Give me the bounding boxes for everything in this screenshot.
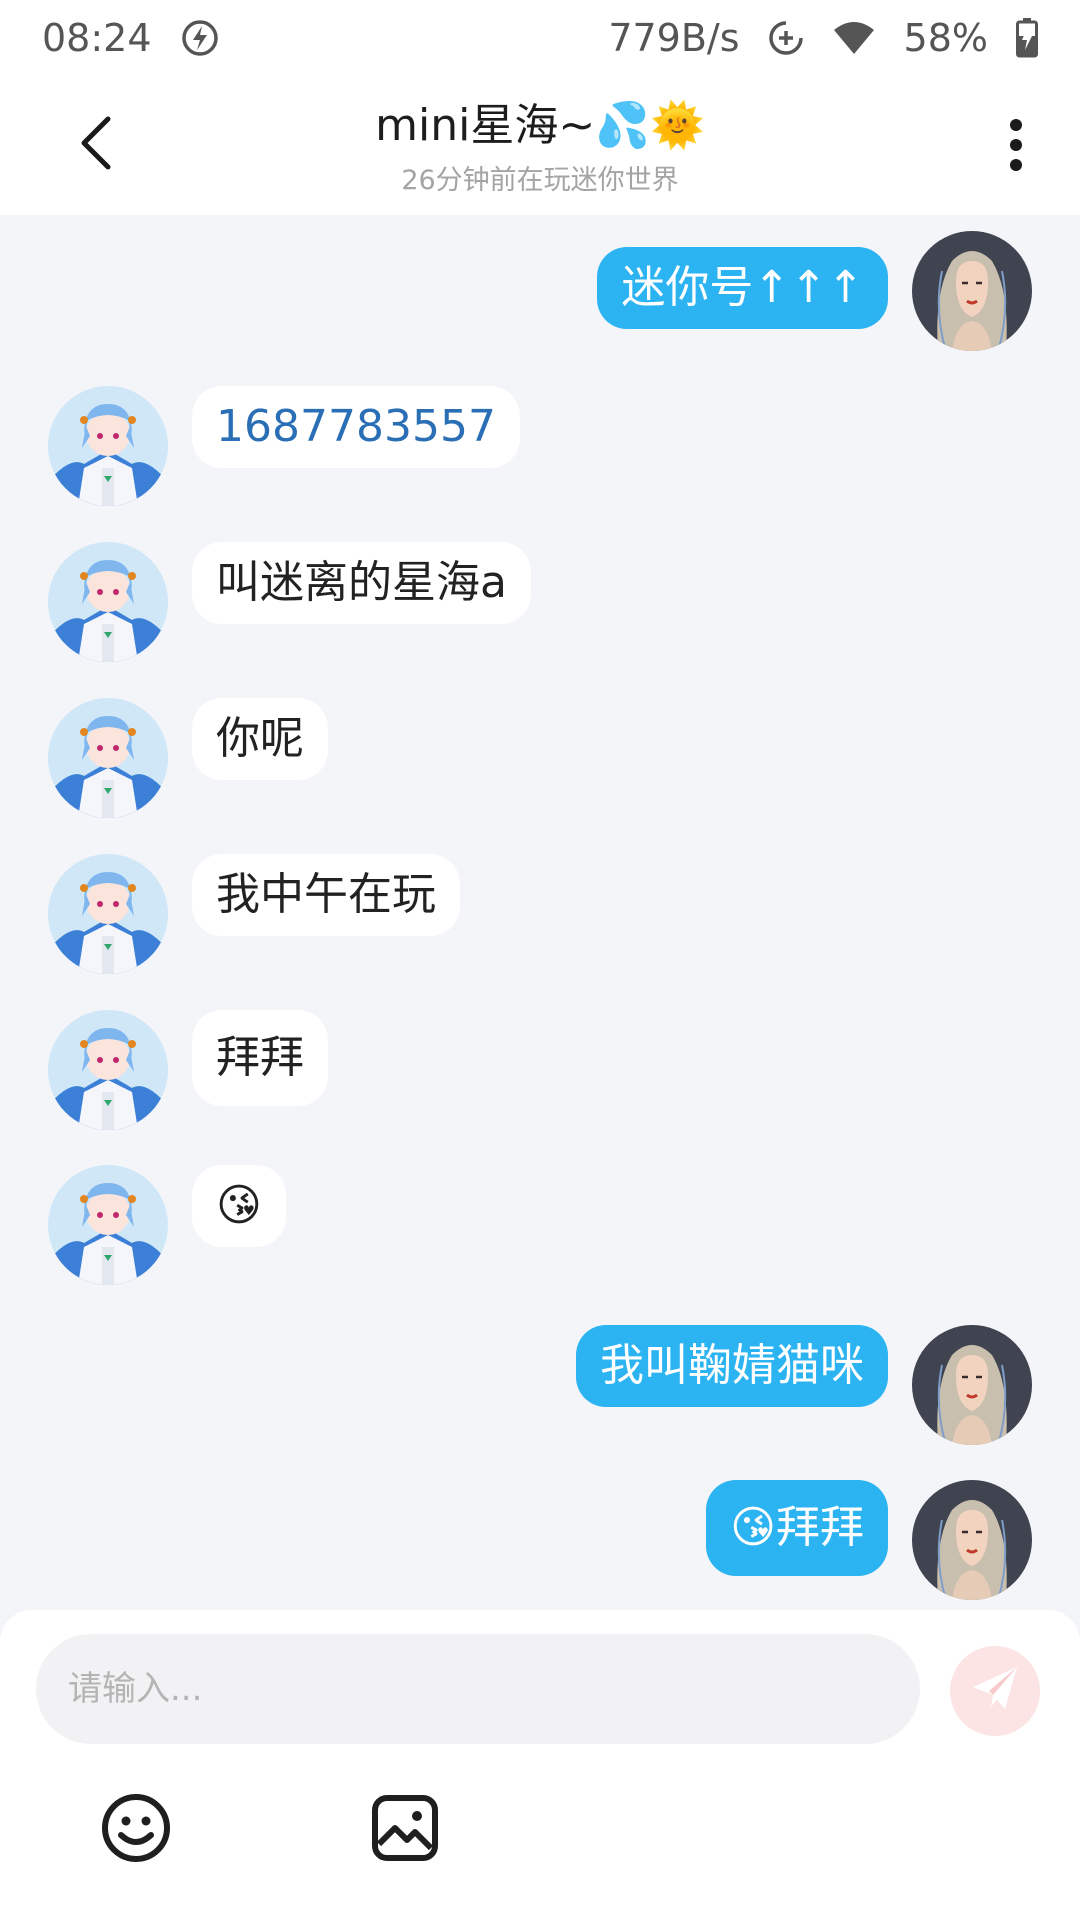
status-time: 08:24 (42, 15, 152, 60)
message-bubble[interactable]: 迷你号↑↑↑ (597, 247, 888, 329)
message-bubble[interactable]: 我中午在玩 (192, 854, 460, 936)
chevron-left-icon (76, 113, 116, 177)
lightning-icon (180, 18, 220, 58)
composer (0, 1610, 1080, 1920)
message-bubble[interactable]: 叫迷离的星海a (192, 542, 531, 624)
message-bubble[interactable]: 拜拜 (192, 1010, 328, 1106)
my-avatar[interactable] (912, 231, 1032, 351)
wifi-icon (832, 20, 876, 56)
image-icon (371, 1794, 439, 1866)
more-options-button[interactable] (988, 107, 1044, 187)
contact-name: mini星海~💦🌞 (375, 100, 705, 151)
emoji-icon (101, 1793, 171, 1867)
message-bubble-emoji[interactable]: 😘 (192, 1165, 286, 1247)
message-bubble[interactable]: 你呢 (192, 698, 328, 780)
battery-charging-icon (1016, 17, 1038, 58)
message-bubble-number[interactable]: 1687783557 (192, 386, 520, 468)
message-bubble[interactable]: 我叫鞠婧猫咪 (576, 1325, 888, 1407)
data-saver-icon (768, 20, 804, 56)
emoji-button[interactable] (96, 1790, 176, 1870)
contact-avatar[interactable] (48, 542, 168, 662)
contact-status: 26分钟前在玩迷你世界 (401, 165, 679, 196)
contact-avatar[interactable] (48, 1165, 168, 1285)
image-button[interactable] (365, 1790, 445, 1870)
my-avatar[interactable] (912, 1325, 1032, 1445)
chat-header: mini星海~💦🌞 26分钟前在玩迷你世界 (0, 75, 1080, 215)
contact-avatar[interactable] (48, 1010, 168, 1130)
message-bubble[interactable]: 😘拜拜 (706, 1480, 888, 1576)
contact-avatar[interactable] (48, 698, 168, 818)
my-avatar[interactable] (912, 1480, 1032, 1600)
more-vertical-icon (1008, 117, 1024, 177)
contact-avatar[interactable] (48, 386, 168, 506)
back-button[interactable] (60, 105, 132, 185)
contact-avatar[interactable] (48, 854, 168, 974)
message-input[interactable] (36, 1634, 920, 1744)
battery-percent: 58% (903, 15, 988, 60)
send-button[interactable] (950, 1646, 1040, 1736)
network-speed: 779B/s (608, 15, 740, 60)
status-bar: 08:24 779B/s 58% (0, 0, 1080, 75)
send-icon (969, 1663, 1021, 1719)
message-list[interactable]: 迷你号↑↑↑ 1687783557 叫迷离的星海a 你呢 我中午在玩 拜拜 😘 … (0, 215, 1080, 1610)
header-title-group: mini星海~💦🌞 26分钟前在玩迷你世界 (180, 97, 900, 201)
